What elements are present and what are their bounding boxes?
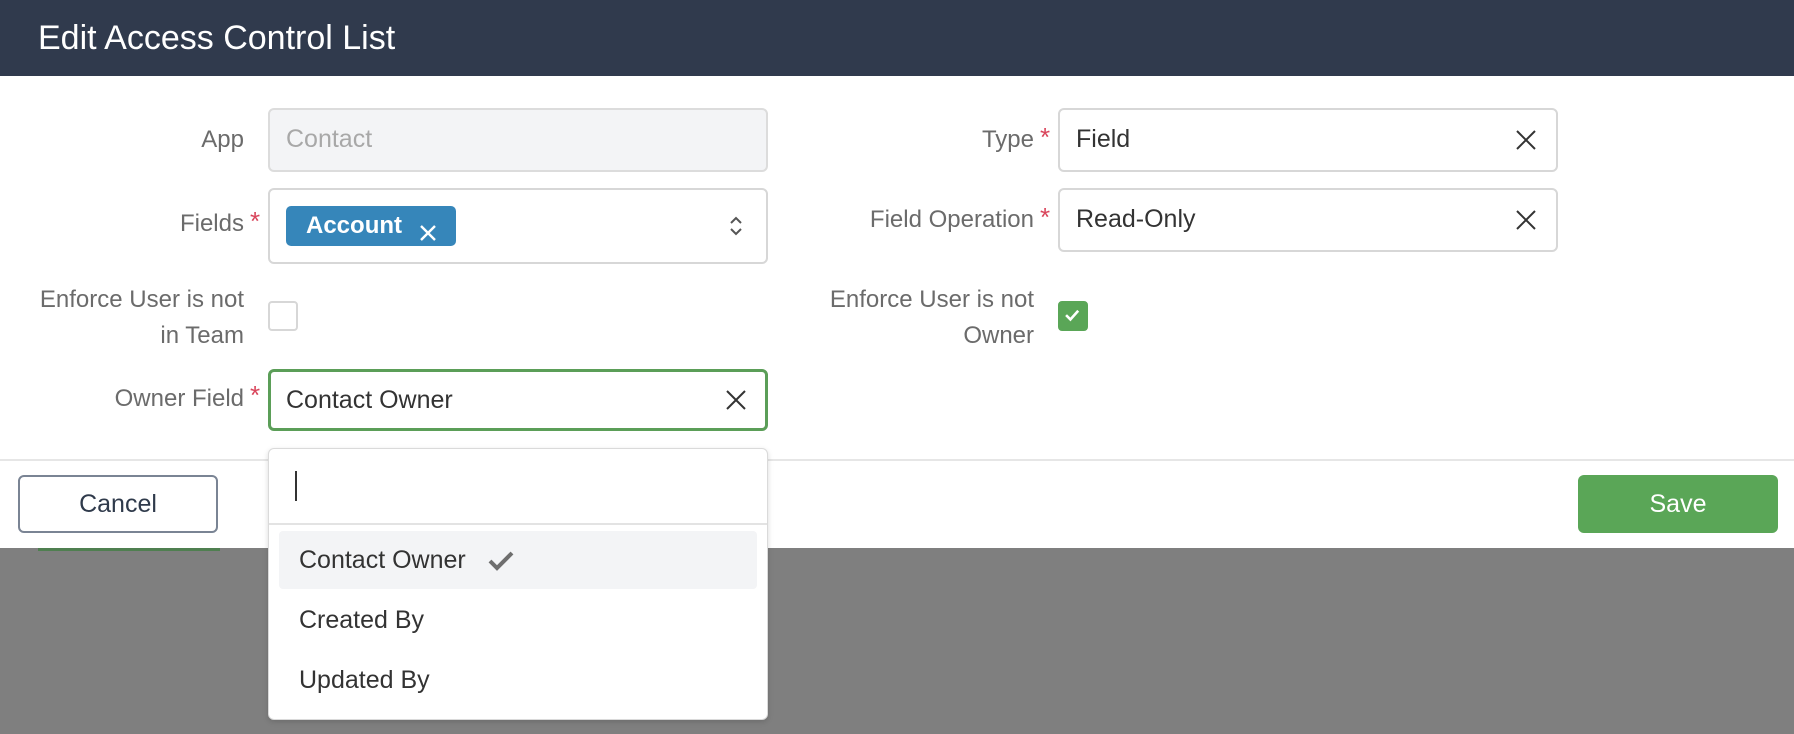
field-operation-select[interactable]: Read-Only <box>1058 188 1558 252</box>
text-caret <box>295 471 297 501</box>
type-label: Type <box>981 126 1034 153</box>
required-marker: * <box>1040 122 1051 152</box>
required-marker: * <box>250 206 261 236</box>
fields-label: Fields <box>179 210 244 237</box>
enforce-owner-checkbox[interactable] <box>1058 301 1088 331</box>
field-operation-label: Field Operation <box>869 206 1034 233</box>
app-label: App <box>201 126 244 153</box>
checkmark-icon <box>1065 309 1080 322</box>
dialog-title: Edit Access Control List <box>0 0 1794 76</box>
tag-label: Account <box>306 212 402 239</box>
checkmark-icon <box>488 551 514 572</box>
owner-field-dropdown: Contact Owner Created By Updated By <box>268 448 768 720</box>
close-icon[interactable] <box>1514 128 1538 152</box>
save-button[interactable]: Save <box>1578 475 1778 533</box>
required-marker: * <box>1040 202 1051 232</box>
background-button-edge <box>38 548 220 551</box>
dropdown-search-input[interactable] <box>269 449 767 525</box>
enforce-team-label: Enforce User is not in Team <box>39 286 244 349</box>
field-tag-account: Account <box>286 206 456 246</box>
enforce-team-checkbox[interactable] <box>268 301 298 331</box>
dropdown-option[interactable]: Contact Owner <box>279 531 757 589</box>
close-icon[interactable] <box>724 388 748 412</box>
dropdown-option[interactable]: Updated By <box>279 651 757 709</box>
owner-field-label: Owner Field <box>114 385 244 412</box>
app-field: Contact <box>268 108 768 172</box>
close-icon[interactable] <box>1514 208 1538 232</box>
dropdown-option[interactable]: Created By <box>279 591 757 649</box>
enforce-owner-label: Enforce User is not Owner <box>829 286 1034 349</box>
owner-field-select[interactable]: Contact Owner <box>268 369 768 431</box>
close-icon[interactable] <box>418 216 438 241</box>
type-select[interactable]: Field <box>1058 108 1558 172</box>
chevron-up-down-icon[interactable] <box>724 214 748 238</box>
required-marker: * <box>250 380 261 410</box>
cancel-button[interactable]: Cancel <box>18 475 218 533</box>
